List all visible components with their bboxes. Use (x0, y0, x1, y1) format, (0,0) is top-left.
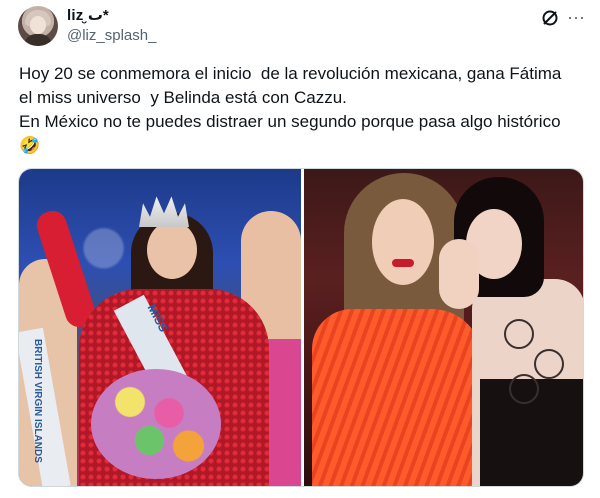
tattoo (504, 319, 534, 349)
avatar[interactable] (18, 6, 58, 46)
avatar-body (24, 34, 52, 46)
cazzu-hand (439, 239, 479, 309)
belinda-face (372, 199, 434, 285)
display-name[interactable]: liz ٮ̮* (67, 6, 109, 24)
tweet-text: Hoy 20 se conmemora el inicio de la revo… (19, 64, 562, 155)
grok-icon[interactable] (540, 8, 560, 28)
flower-bouquet (91, 369, 221, 479)
belinda-lips (392, 259, 414, 267)
contestant-left-sash-text: BRITISH VIRGIN ISLANDS (32, 339, 43, 463)
crown (139, 196, 189, 227)
avatar-face (30, 16, 46, 34)
media-grid[interactable]: BRITISH VIRGIN ISLANDS MISS (18, 168, 584, 487)
tattoo (534, 349, 564, 379)
tweet[interactable]: liz ٮ̮* @liz_splash_ ··· Hoy 20 se conme… (0, 0, 600, 498)
winner-face (147, 221, 197, 279)
user-handle[interactable]: @liz_splash_ (67, 27, 156, 44)
more-icon[interactable]: ··· (566, 8, 586, 28)
photo-miss-universe-crowning[interactable]: BRITISH VIRGIN ISLANDS MISS (19, 169, 301, 486)
tattoo (509, 374, 539, 404)
orange-feather-jacket (312, 309, 482, 486)
photo-belinda-cazzu[interactable] (304, 169, 583, 486)
